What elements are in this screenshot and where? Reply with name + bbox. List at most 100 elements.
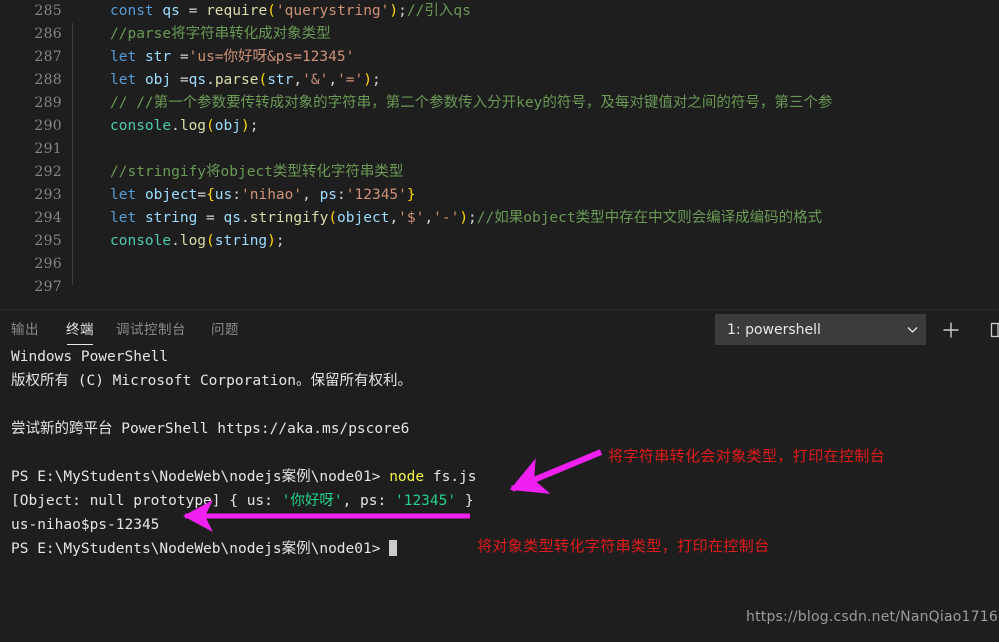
code-token: . [241,210,250,226]
code-token: parse [215,72,259,88]
code-token: str [267,72,293,88]
code-token: //parse将字符串转化成对象类型 [110,26,331,42]
split-editor-icon [989,321,999,339]
code-token: let [110,187,136,203]
code-line[interactable]: 289 // //第一个参数要传转成对象的字符串，第二个参数传入分开key的符号，… [0,92,999,115]
code-line[interactable]: 297 [0,276,999,299]
code-token: , [293,72,302,88]
chevron-down-icon [899,323,925,336]
line-number: 296 [0,253,62,276]
code-line-text: const qs = require('querystring');//引入qs [110,0,471,23]
code-line[interactable]: 286//parse将字符串转化成对象类型 [0,23,999,46]
code-line[interactable]: 285 const qs = require('querystring');//引… [0,0,999,23]
panel-tab[interactable]: 终端 [66,318,94,338]
code-line-text: // //第一个参数要传转成对象的字符串，第二个参数传入分开key的符号，及每对… [110,92,832,115]
code-token: . [171,233,180,249]
code-token: ; [468,210,477,226]
code-line[interactable]: 296 [0,253,999,276]
code-token: ( [206,233,215,249]
terminal-text: '12345' [395,493,456,509]
panel-tab[interactable]: 问题 [211,318,239,338]
code-token: 'querystring' [276,3,390,19]
line-number: 297 [0,276,62,299]
line-number: 289 [0,92,62,115]
terminal-line: 尝试新的跨平台 PowerShell https://aka.ms/pscore… [0,417,999,441]
code-token: = [197,187,206,203]
code-line-text: //parse将字符串转化成对象类型 [110,23,331,46]
terminal-text: PS E:\MyStudents\NodeWeb\nodejs案例\node01… [11,469,389,485]
code-token: // //第一个参数要传转成对象的字符串，第二个参数传入分开key的符号，及每对… [110,95,832,111]
split-terminal-button[interactable] [985,317,999,343]
code-line[interactable]: 294let string = qs.stringify(object,'$',… [0,207,999,230]
terminal-text: , ps: [343,493,395,509]
code-token: . [206,72,215,88]
panel-tab[interactable]: 输出 [11,318,39,338]
code-token: } [407,187,416,203]
code-token: . [171,118,180,134]
terminal-line: Windows PowerShell [0,345,999,369]
code-token: ) [459,210,468,226]
bottom-panel: 输出 终端 调试控制台 问题 Windows PowerShell 版权所有 (C) M… [0,309,999,642]
terminal-text: fs.js [424,469,476,485]
code-token: let [110,49,136,65]
code-line[interactable]: 288let obj =qs.parse(str,'&','='); [0,69,999,92]
code-token: log [180,233,206,249]
blog-watermark: https://blog.csdn.net/NanQiao1716 [746,609,998,625]
code-token: , [424,210,433,226]
code-token: console [110,118,171,134]
code-token: : [232,187,241,203]
line-number: 285 [0,0,62,23]
code-line[interactable]: 295console.log(string); [0,230,999,253]
code-token: ; [276,233,285,249]
code-token: '-' [433,210,459,226]
terminal-instance-label: 1: powershell [716,322,899,338]
code-token: ; [398,3,407,19]
terminal-text: [Object: null prototype] { us: [11,493,282,509]
code-line[interactable]: 292 //stringify将object类型转化字符串类型 [0,161,999,184]
terminal-output[interactable]: Windows PowerShell 版权所有 (C) Microsoft Cor… [0,345,999,642]
terminal-line [0,393,999,417]
code-token: ( [328,210,337,226]
code-token [136,49,145,65]
code-line[interactable]: 291 [0,138,999,161]
code-token [136,72,145,88]
code-line-text: let object={us:'nihao', ps:'12345'} [110,184,416,207]
line-number: 293 [0,184,62,207]
code-line[interactable]: 287let str ='us=你好呀&ps=12345' [0,46,999,69]
code-token: ( [258,72,267,88]
code-token: = [197,210,223,226]
line-number: 295 [0,230,62,253]
code-token: qs [162,3,179,19]
terminal-text: 版权所有 (C) Microsoft Corporation。保留所有权利。 [11,373,412,389]
line-number: 288 [0,69,62,92]
terminal-line: PS E:\MyStudents\NodeWeb\nodejs案例\node01… [0,465,999,489]
code-token: qs [224,210,241,226]
code-line-text: console.log(obj); [110,115,258,138]
code-token [136,187,145,203]
code-token: let [110,210,136,226]
terminal-instance-select[interactable]: 1: powershell [715,314,926,345]
code-token: '=' [337,72,363,88]
terminal-line: 版权所有 (C) Microsoft Corporation。保留所有权利。 [0,369,999,393]
new-terminal-button[interactable] [938,317,964,343]
code-token: : [337,187,346,203]
code-line-text: let string = qs.stringify(object,'$','-'… [110,207,822,230]
code-editor[interactable]: 285 const qs = require('querystring');//引… [0,0,999,309]
panel-tab[interactable]: 调试控制台 [116,318,186,338]
line-number: 292 [0,161,62,184]
code-token: '&' [302,72,328,88]
code-line[interactable]: 290console.log(obj); [0,115,999,138]
code-line[interactable]: 293 let object={us:'nihao', ps:'12345'} [0,184,999,207]
line-number: 291 [0,138,62,161]
code-token: , [389,210,398,226]
terminal-text: Windows PowerShell [11,349,168,365]
terminal-text: 尝试新的跨平台 PowerShell https://aka.ms/pscore… [11,421,409,437]
annotation-text-stringify: 将对象类型转化字符串类型，打印在控制台 [477,535,770,556]
terminal-text: us-nihao$ps-12345 [11,517,159,533]
code-token: , [328,72,337,88]
code-token: = [171,49,188,65]
code-token: //stringify将object类型转化字符串类型 [110,164,403,180]
code-token: object [337,210,389,226]
terminal-line: [Object: null prototype] { us: '你好呀', ps… [0,489,999,513]
code-token: require [206,3,267,19]
